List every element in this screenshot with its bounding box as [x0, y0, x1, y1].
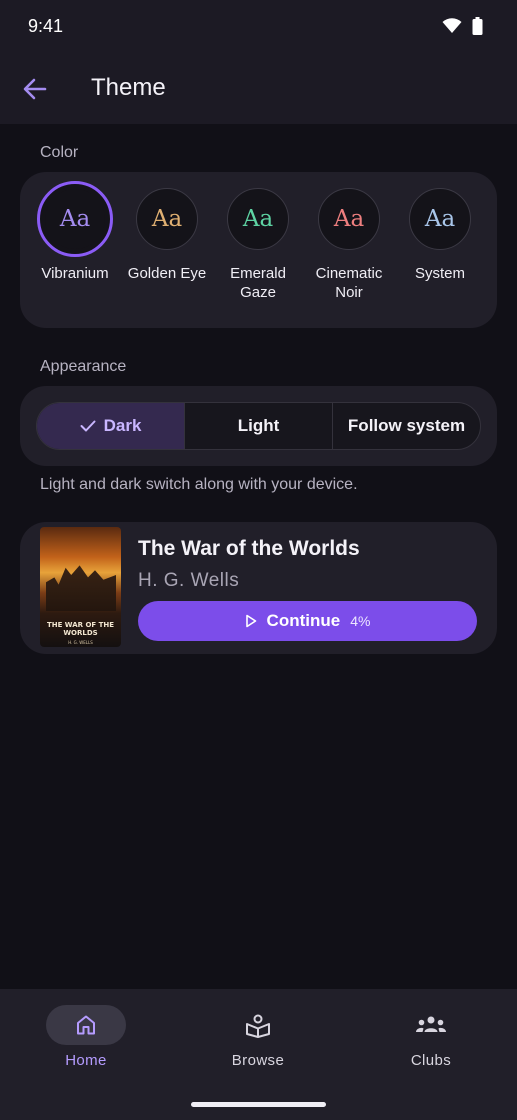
status-bar: 9:41	[0, 0, 517, 52]
cover-illustration	[46, 565, 116, 611]
swatch-circle: Aa	[37, 181, 113, 257]
cover-title: THE WAR OF THE WORLDS	[46, 621, 115, 637]
play-icon	[245, 614, 256, 628]
continue-label: Continue	[266, 611, 341, 630]
nav-label: Clubs	[410, 1052, 452, 1069]
nav-indicator	[46, 1005, 126, 1045]
swatch-label: Golden Eye	[127, 265, 207, 282]
book-browse-icon	[246, 1014, 270, 1038]
nav-label: Home	[65, 1052, 107, 1069]
swatch-sample: Aa	[242, 206, 274, 232]
color-picker-card: Aa Vibranium Aa Golden Eye Aa Emerald Ga…	[20, 172, 497, 328]
appearance-option-label: Follow system	[347, 416, 466, 435]
status-time: 9:41	[28, 16, 64, 36]
wifi-icon	[442, 18, 462, 33]
appearance-option-follow-system[interactable]: Follow system	[333, 403, 480, 449]
appearance-hint: Light and dark switch along with your de…	[40, 476, 358, 493]
continue-reading-button[interactable]: Continue 4%	[138, 601, 477, 641]
swatch-vibranium[interactable]: Aa Vibranium	[29, 181, 121, 283]
battery-icon	[472, 17, 483, 35]
swatch-sample: Aa	[333, 206, 365, 232]
swatch-label: System	[414, 265, 465, 282]
swatch-label: Cinematic Noir	[315, 265, 383, 301]
cover-author: H. G. WELLS	[68, 640, 93, 645]
home-icon	[77, 1015, 95, 1035]
swatch-emerald-gaze[interactable]: Aa Emerald Gaze	[212, 188, 304, 302]
swatch-golden-eye[interactable]: Aa Golden Eye	[121, 188, 213, 283]
swatch-label: Vibranium	[41, 265, 109, 282]
appearance-segmented-control: Dark Light Follow system	[36, 402, 481, 450]
back-button[interactable]	[20, 74, 50, 104]
book-author: H. G. Wells	[138, 570, 240, 591]
page-title: Theme	[91, 74, 166, 101]
status-icons	[442, 17, 483, 35]
app-bar: Theme	[0, 52, 517, 124]
appearance-card: Dark Light Follow system	[20, 386, 497, 466]
appearance-option-label: Light	[237, 416, 280, 435]
gesture-handle[interactable]	[191, 1102, 326, 1107]
appearance-option-light[interactable]: Light	[185, 403, 333, 449]
appearance-section-label: Appearance	[40, 358, 127, 375]
bottom-navigation: Home Browse Clubs	[0, 989, 517, 1120]
book-cover: THE WAR OF THE WORLDS H. G. WELLS	[40, 527, 121, 647]
swatch-cinematic-noir[interactable]: Aa Cinematic Noir	[303, 188, 395, 302]
nav-item-home[interactable]: Home	[26, 1005, 146, 1069]
swatch-sample: Aa	[151, 206, 183, 232]
swatch-circle: Aa	[318, 188, 380, 250]
color-section-label: Color	[40, 144, 79, 161]
groups-icon	[416, 1016, 446, 1032]
nav-indicator	[391, 1005, 471, 1045]
arrow-back-icon	[23, 78, 47, 100]
swatch-sample: Aa	[424, 206, 456, 232]
nav-label: Browse	[231, 1052, 285, 1069]
swatch-label: Emerald Gaze	[230, 265, 286, 301]
book-preview-card: THE WAR OF THE WORLDS H. G. WELLS The Wa…	[20, 522, 497, 654]
appearance-option-label: Dark	[103, 416, 142, 435]
swatch-system[interactable]: Aa System	[394, 188, 486, 283]
appearance-option-dark[interactable]: Dark	[37, 403, 185, 449]
swatch-circle: Aa	[136, 188, 198, 250]
check-icon	[80, 420, 96, 432]
nav-indicator	[218, 1005, 298, 1045]
book-title: The War of the Worlds	[138, 537, 360, 560]
swatch-sample: Aa	[59, 206, 91, 232]
swatch-circle: Aa	[409, 188, 471, 250]
nav-item-browse[interactable]: Browse	[198, 1005, 318, 1069]
progress-percent: 4%	[350, 613, 371, 629]
nav-item-clubs[interactable]: Clubs	[371, 1005, 491, 1069]
swatch-circle: Aa	[227, 188, 289, 250]
